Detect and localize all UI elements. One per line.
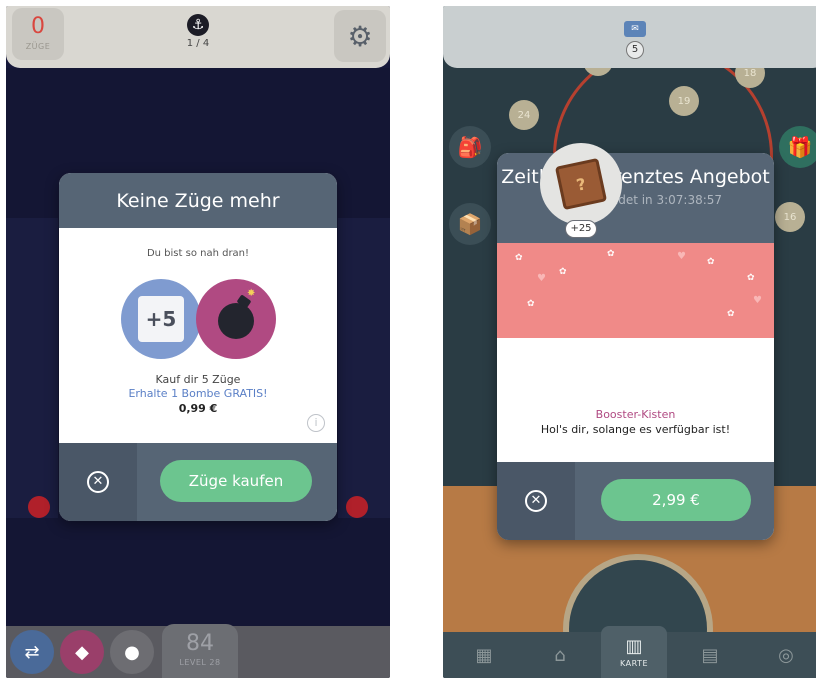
flower-decoration: ✿ bbox=[527, 299, 535, 309]
flower-decoration: ✿ bbox=[707, 257, 715, 267]
flower-decoration: ✿ bbox=[727, 309, 735, 319]
heart-decoration: ♥ bbox=[677, 251, 686, 262]
heart-decoration: ♥ bbox=[537, 273, 546, 284]
inbox-count: 5 bbox=[626, 41, 644, 59]
close-icon: ✕ bbox=[87, 471, 109, 493]
moves-count: 0 bbox=[31, 14, 45, 39]
offer-price: 0,99 € bbox=[178, 402, 218, 415]
offer-text: Kauf dir 5 Züge bbox=[155, 373, 241, 386]
shuffle-booster-button[interactable]: ⇄ bbox=[10, 630, 54, 674]
eraser-booster-button[interactable]: ◆ bbox=[60, 630, 104, 674]
level-label: LEVEL 28 bbox=[179, 658, 221, 667]
close-button[interactable]: ✕ bbox=[59, 443, 137, 521]
gift-icon: 🎁 bbox=[787, 135, 813, 159]
map-level-node[interactable]: 19 bbox=[669, 86, 699, 116]
gear-icon: ⚙ bbox=[347, 19, 373, 53]
flower-decoration: ✿ bbox=[515, 253, 523, 263]
dialog-body: Du bist so nah dran! +5 ✸ Kauf dir 5 Züg… bbox=[59, 228, 337, 443]
nav-item-achievements[interactable]: ◎ bbox=[753, 632, 816, 678]
backpack-icon: 🎒 bbox=[457, 135, 483, 159]
eraser-icon: ◆ bbox=[75, 641, 89, 663]
crate-amount-badge: +25 bbox=[565, 220, 597, 238]
bomb-badge: ✸ bbox=[196, 279, 276, 359]
item-description: Hol's dir, solange es verfügbar ist! bbox=[540, 423, 731, 436]
board-marker-left bbox=[28, 496, 50, 518]
dialog-footer: ✕ Züge kaufen bbox=[59, 443, 337, 521]
settings-button[interactable]: ⚙ bbox=[334, 10, 386, 62]
shop-icon: ▦ bbox=[475, 644, 493, 666]
board-marker-right bbox=[346, 496, 368, 518]
map-level-node[interactable]: 16 bbox=[775, 202, 805, 232]
dialog-title: Keine Züge mehr bbox=[116, 189, 280, 212]
news-icon: ▤ bbox=[701, 644, 719, 666]
bomb-icon bbox=[218, 303, 254, 339]
nav-item-map[interactable]: ▥ KARTE bbox=[601, 626, 667, 678]
flower-decoration: ✿ bbox=[747, 273, 755, 283]
right-phone-screen: 24 19 18 16 🎒 📦 🎁 ✉ 5 ▦ ⌂ ▥ KARTE ▤ ◎ Ze… bbox=[443, 6, 816, 678]
backpack-button[interactable]: 🎒 bbox=[449, 126, 491, 168]
dialog-header: Keine Züge mehr bbox=[59, 173, 337, 228]
buy-moves-button[interactable]: Züge kaufen bbox=[160, 460, 312, 502]
left-phone-screen: 0 ZÜGE ⚓ 1 / 4 ⚙ ⇄ ◆ ● 84 LEVEL 28 Keine… bbox=[6, 6, 390, 678]
crate-icon: 📦 bbox=[457, 212, 483, 236]
bonus-text: Erhalte 1 Bombe GRATIS! bbox=[128, 387, 268, 400]
nav-item-store[interactable]: ⌂ bbox=[527, 632, 593, 678]
plus-moves-icon: +5 bbox=[138, 296, 184, 342]
dialog-subtitle: Du bist so nah dran! bbox=[146, 248, 250, 259]
level-indicator: 84 LEVEL 28 bbox=[162, 624, 238, 678]
nav-map-label: KARTE bbox=[620, 659, 648, 668]
crate-shortcut-button[interactable]: 📦 bbox=[449, 203, 491, 245]
item-name: Booster-Kisten bbox=[595, 408, 676, 421]
close-button[interactable]: ✕ bbox=[497, 462, 575, 540]
heart-decoration: ♥ bbox=[753, 295, 762, 306]
offer-banner: ✿ ✿ ✿ ✿ ✿ ✿ ✿ ♥ ♥ ♥ bbox=[497, 243, 774, 338]
buy-offer-button[interactable]: 2,99 € bbox=[601, 479, 751, 521]
shuffle-icon: ⇄ bbox=[24, 641, 40, 663]
level-progress-indicator: ⚓ 1 / 4 bbox=[178, 14, 218, 49]
helper-icon: ● bbox=[124, 641, 140, 663]
board-column-left bbox=[6, 218, 58, 518]
map-icon: ▥ bbox=[625, 636, 643, 657]
flower-decoration: ✿ bbox=[559, 267, 567, 277]
top-bar: ✉ 5 bbox=[443, 6, 816, 68]
dialog-body: Booster-Kisten Hol's dir, solange es ver… bbox=[497, 338, 774, 462]
limited-offer-dialog: Zeitlich begrenztes Angebot Angebot ende… bbox=[497, 153, 774, 540]
map-level-node[interactable]: 24 bbox=[509, 100, 539, 130]
nav-item-shop[interactable]: ▦ bbox=[451, 632, 517, 678]
flower-decoration: ✿ bbox=[607, 249, 615, 259]
level-progress-text: 1 / 4 bbox=[186, 38, 210, 49]
store-icon: ⌂ bbox=[554, 644, 566, 666]
moves-label: ZÜGE bbox=[25, 42, 51, 51]
mail-icon: ✉ bbox=[624, 21, 646, 37]
dialog-title: Zeitlich begrenztes Angebot bbox=[501, 166, 770, 188]
offer-countdown: Angebot endet in 3:07:38:57 bbox=[548, 193, 723, 207]
badge-icon: ◎ bbox=[778, 644, 794, 666]
info-icon[interactable]: i bbox=[307, 414, 325, 432]
spark-icon: ✸ bbox=[247, 288, 256, 299]
moves-counter: 0 ZÜGE bbox=[12, 8, 64, 60]
anchor-icon: ⚓ bbox=[187, 14, 209, 36]
crate-icon: ? bbox=[554, 157, 608, 211]
close-icon: ✕ bbox=[525, 490, 547, 512]
dialog-footer: ✕ 2,99 € bbox=[497, 462, 774, 540]
inbox-indicator[interactable]: ✉ 5 bbox=[615, 16, 655, 59]
top-bar: 0 ZÜGE ⚓ 1 / 4 ⚙ bbox=[6, 6, 390, 68]
dialog-header: Zeitlich begrenztes Angebot Angebot ende… bbox=[497, 153, 774, 243]
out-of-moves-dialog: Keine Züge mehr Du bist so nah dran! +5 … bbox=[59, 173, 337, 521]
helper-booster-button[interactable]: ● bbox=[110, 630, 154, 674]
extra-moves-badge: +5 bbox=[121, 279, 201, 359]
level-number: 84 bbox=[186, 631, 214, 656]
crate-image-circle: ? bbox=[540, 143, 622, 225]
nav-item-news[interactable]: ▤ bbox=[677, 632, 743, 678]
gift-button[interactable]: 🎁 bbox=[779, 126, 816, 168]
board-column-right bbox=[338, 218, 390, 518]
